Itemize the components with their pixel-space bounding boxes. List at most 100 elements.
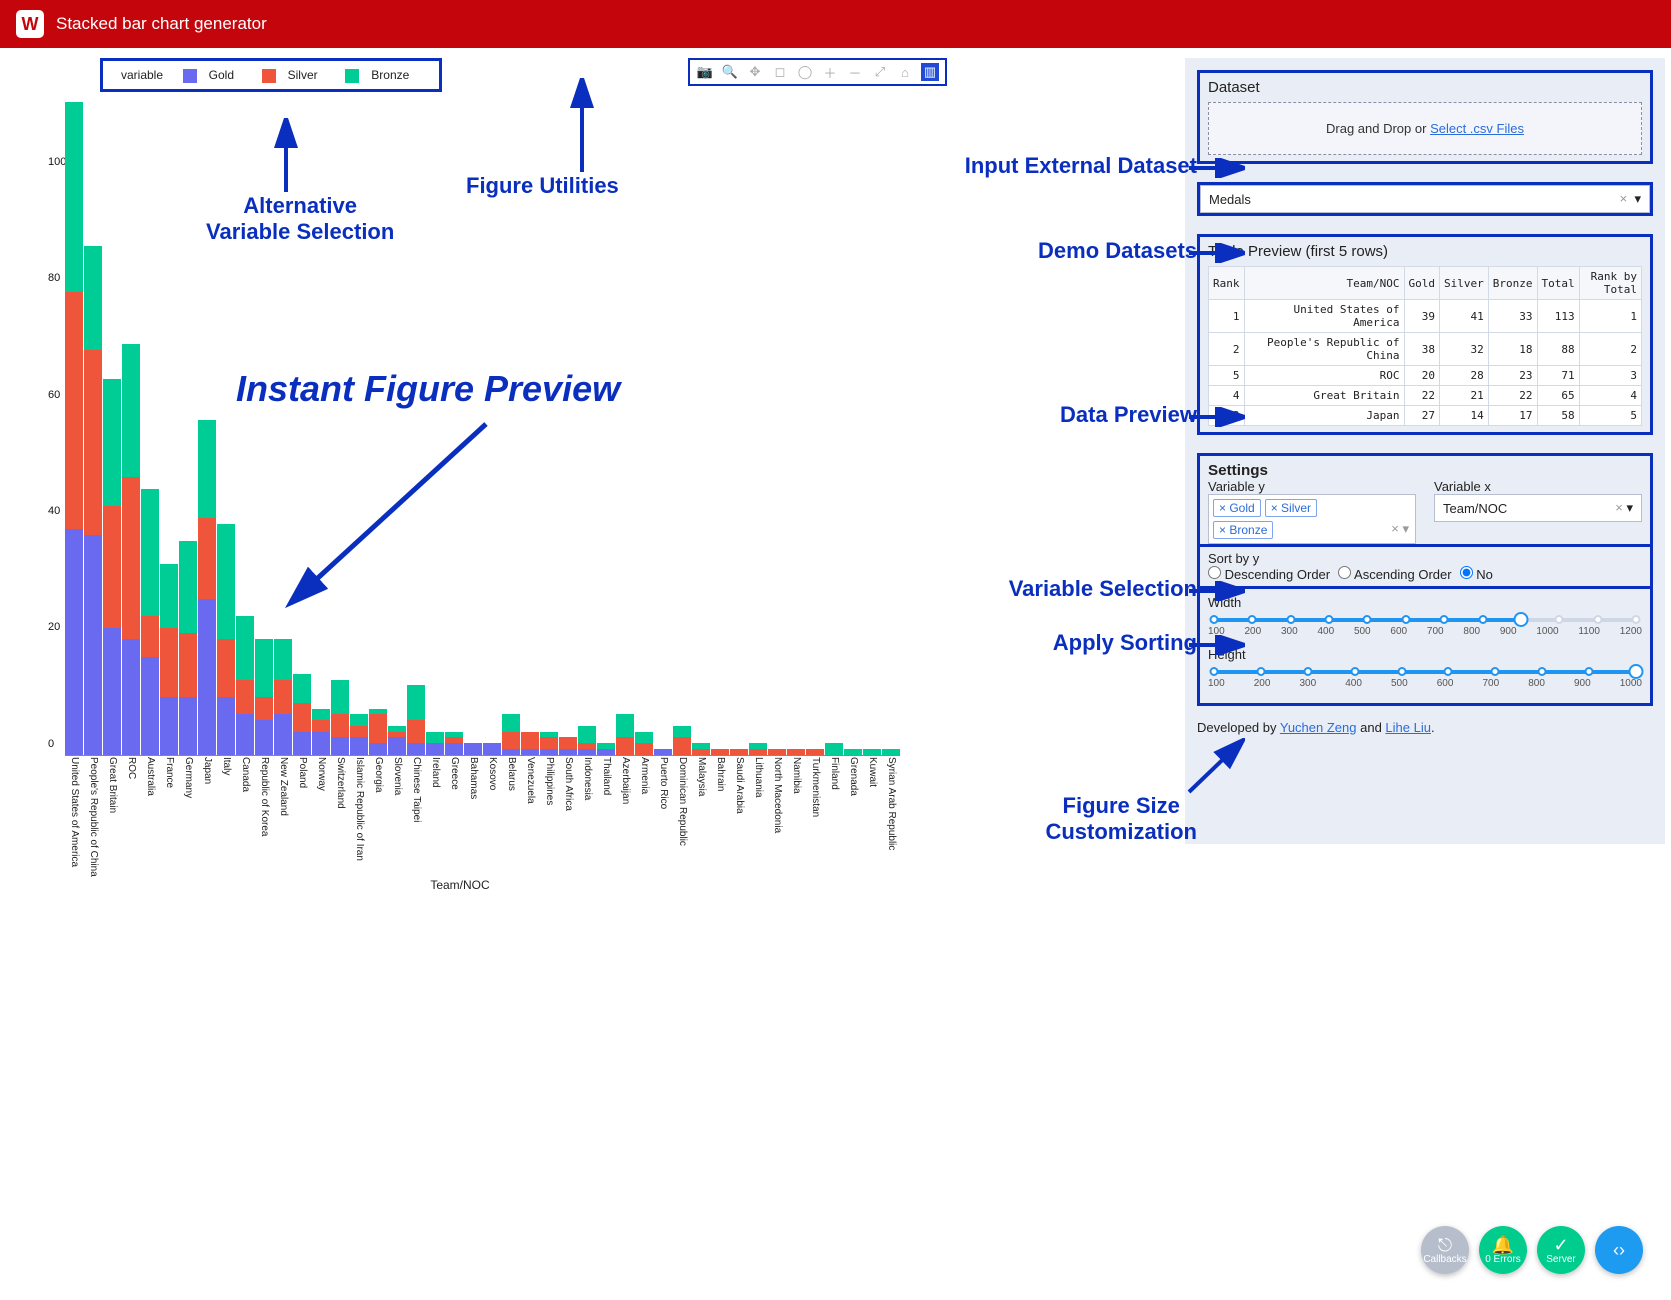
sort-radio[interactable]: Descending Order [1208, 566, 1330, 582]
bar-column[interactable]: Great Britain [103, 379, 121, 755]
table-row: 3Japan271417585 [1209, 406, 1642, 426]
server-button[interactable]: ✓Server [1537, 1226, 1585, 1274]
bar-column[interactable]: Dominican Republic [673, 726, 691, 755]
clear-icon[interactable]: × [1391, 521, 1399, 536]
bar-column[interactable]: Belarus [502, 714, 520, 754]
select-files-link[interactable]: Select .csv Files [1430, 121, 1524, 136]
bar-column[interactable]: Finland [825, 743, 843, 755]
slider-knob[interactable] [1513, 612, 1528, 627]
box-select-icon[interactable]: ◻ [771, 63, 789, 81]
author-link-a[interactable]: Yuchen Zeng [1280, 720, 1357, 735]
pan-icon[interactable]: ✥ [746, 63, 764, 81]
bar-column[interactable]: Lithuania [749, 743, 767, 755]
bar-column[interactable]: Malaysia [692, 743, 710, 755]
bar-column[interactable]: Canada [236, 616, 254, 755]
bar-column[interactable]: Namibia [787, 749, 805, 755]
arrow-icon [1185, 738, 1245, 798]
bar-column[interactable]: Germany [179, 541, 197, 755]
bar-column[interactable]: Syrian Arab Republic [882, 749, 900, 755]
zoom-magnify-icon[interactable]: 🔍 [721, 63, 739, 81]
bar-column[interactable]: France [160, 564, 178, 755]
annotation-alt-var-sel: Alternative Variable Selection [206, 193, 394, 245]
bar-column[interactable]: Puerto Rico [654, 749, 672, 755]
camera-icon[interactable]: 📷 [696, 63, 714, 81]
bar-column[interactable]: Ireland [426, 732, 444, 755]
bar-column[interactable]: ROC [122, 344, 140, 754]
bar-column[interactable]: Georgia [369, 709, 387, 755]
clear-icon[interactable]: × [1615, 500, 1623, 515]
bar-column[interactable]: Kosovo [483, 743, 501, 755]
bar-column[interactable]: Armenia [635, 732, 653, 755]
var-y-input[interactable]: × Gold× Silver × Bronze × ▾ [1208, 494, 1416, 544]
chevron-down-icon[interactable]: ▾ [1402, 521, 1409, 536]
legend-item-bronze[interactable]: Bronze [345, 68, 417, 82]
toggle-logo-icon[interactable]: ▥ [921, 63, 939, 81]
bar-segment-silver [787, 749, 805, 755]
width-slider[interactable]: 100200300400500600700800900100011001200 [1208, 618, 1642, 637]
home-icon[interactable]: ⌂ [896, 63, 914, 81]
chevron-down-icon[interactable]: ▾ [1634, 191, 1641, 206]
bar-column[interactable]: People's Republic of China [84, 246, 102, 755]
bar-column[interactable]: Thailand [597, 743, 615, 755]
bar-segment-silver [521, 732, 539, 749]
bar-column[interactable]: Grenada [844, 749, 862, 755]
bar-column[interactable]: Turkmenistan [806, 749, 824, 755]
sort-radio[interactable]: Ascending Order [1338, 566, 1451, 582]
bar-segment-bronze [426, 732, 444, 744]
autoscale-icon[interactable]: ⤢ [871, 63, 889, 81]
sort-radio[interactable]: No [1460, 566, 1493, 582]
bar-column[interactable]: Saudi Arabia [730, 749, 748, 755]
chip[interactable]: × Gold [1213, 499, 1261, 517]
settings-section: Settings Variable y × Gold× Silver× Bron… [1197, 453, 1653, 547]
bar-column[interactable]: Poland [293, 674, 311, 755]
x-tick-label: Lithuania [753, 757, 764, 798]
bar-column[interactable]: Italy [217, 524, 235, 755]
legend-item-silver[interactable]: Silver [262, 68, 326, 82]
demo-dataset-select[interactable]: Medals × ▾ [1200, 185, 1650, 213]
var-x-select[interactable]: Team/NOC × ▾ [1434, 494, 1642, 522]
bar-column[interactable]: United States of America [65, 102, 83, 755]
bar-column[interactable]: Kuwait [863, 749, 881, 755]
bar-column[interactable]: Azerbaijan [616, 714, 634, 754]
bar-segment-bronze [84, 246, 102, 350]
bar-segment-silver [255, 697, 273, 720]
slider-knob[interactable] [1629, 664, 1644, 679]
author-link-b[interactable]: Lihe Liu [1385, 720, 1431, 735]
clear-icon[interactable]: × [1620, 191, 1628, 206]
chevron-down-icon[interactable]: ▾ [1626, 500, 1633, 515]
bar-column[interactable]: Venezuela [521, 732, 539, 755]
arrow-icon [266, 118, 306, 198]
chip[interactable]: × Bronze [1213, 521, 1273, 539]
chip[interactable]: × Silver [1265, 499, 1317, 517]
zoom-in-icon[interactable]: ＋ [821, 63, 839, 81]
sort-label: Sort by y [1208, 551, 1259, 566]
errors-button[interactable]: 🔔0 Errors [1479, 1226, 1527, 1274]
bar-column[interactable]: North Macedonia [768, 749, 786, 755]
bar-column[interactable]: Indonesia [578, 726, 596, 755]
bar-column[interactable]: Chinese Taipei [407, 685, 425, 754]
bar-column[interactable]: Republic of Korea [255, 639, 273, 755]
x-tick-label: Canada [240, 757, 251, 792]
bar-column[interactable]: Islamic Republic of Iran [350, 714, 368, 754]
y-tick: 0 [48, 738, 54, 750]
bar-column[interactable]: Greece [445, 732, 463, 755]
bar-column[interactable]: Australia [141, 489, 159, 755]
bar-column[interactable]: Japan [198, 420, 216, 755]
upload-dropzone[interactable]: Drag and Drop or Select .csv Files [1208, 102, 1642, 155]
bar-column[interactable]: Slovenia [388, 726, 406, 755]
bar-column[interactable]: New Zealand [274, 639, 292, 755]
x-tick-label: Dominican Republic [677, 757, 688, 846]
bar-column[interactable]: Bahamas [464, 743, 482, 755]
zoom-out-icon[interactable]: － [846, 63, 864, 81]
code-button[interactable]: ‹› [1595, 1226, 1643, 1274]
bar-column[interactable]: Bahrain [711, 749, 729, 755]
lasso-icon[interactable]: ◯ [796, 63, 814, 81]
height-slider[interactable]: 1002003004005006007008009001000 [1208, 670, 1642, 689]
bar-column[interactable]: South Africa [559, 737, 577, 754]
bar-column[interactable]: Norway [312, 709, 330, 755]
legend-item-gold[interactable]: Gold [183, 68, 242, 82]
bar-column[interactable]: Switzerland [331, 680, 349, 755]
bar-column[interactable]: Philippines [540, 732, 558, 755]
x-tick-label: Australia [145, 757, 156, 796]
callbacks-button[interactable]: ⎋Callbacks [1421, 1226, 1469, 1274]
